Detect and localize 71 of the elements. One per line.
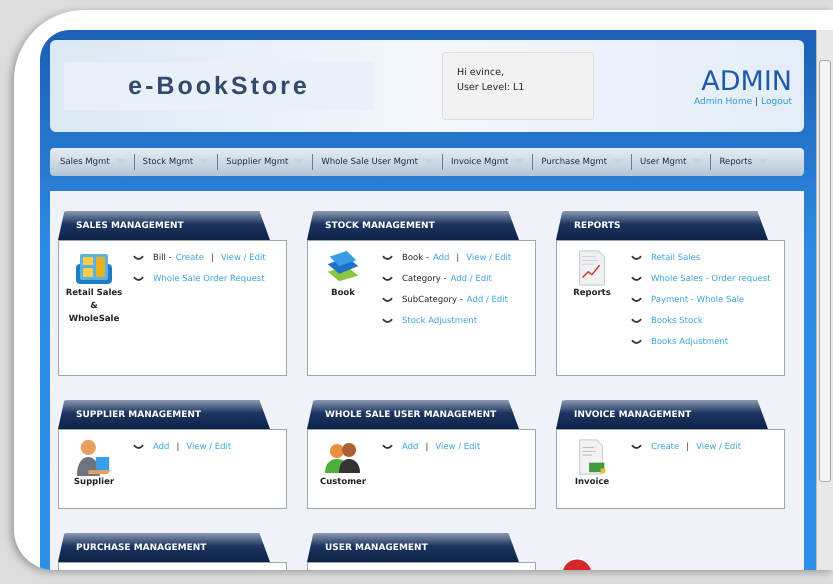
bullet-icon xyxy=(382,297,393,303)
action-link[interactable]: Whole Sales - Order request xyxy=(651,274,771,284)
bullet-icon xyxy=(631,318,642,324)
action-link[interactable]: Payment - Whole Sale xyxy=(651,295,744,305)
panel-header: INVOICE MANAGEMENT xyxy=(556,400,768,429)
header-link[interactable]: Admin Home xyxy=(694,96,752,106)
panel-header: SUPPLIER MANAGEMENT xyxy=(58,400,270,429)
bullet-icon xyxy=(133,255,144,261)
action-link[interactable]: Whole Sale Order Request xyxy=(153,274,265,284)
action-link[interactable]: Add / Edit xyxy=(466,295,508,305)
bullet-icon xyxy=(133,444,144,450)
item-label: Book - xyxy=(402,253,429,263)
greeting-text: Hi evince, xyxy=(457,67,506,78)
action-link[interactable]: Add / Edit xyxy=(450,274,492,284)
link-separator: | xyxy=(210,253,215,263)
action-link[interactable]: View / Edit xyxy=(696,442,742,452)
icon-caption: Customer xyxy=(320,476,366,489)
icon-caption: Invoice xyxy=(574,476,610,489)
action-link[interactable]: Retail Sales xyxy=(651,253,700,263)
link-separator: | xyxy=(455,253,460,263)
item-label: SubCategory - xyxy=(402,295,463,305)
menu-item[interactable]: Stock Mgmt xyxy=(134,154,218,170)
bullet-icon xyxy=(382,444,393,450)
action-link[interactable]: Add xyxy=(402,442,418,452)
link-separator: | xyxy=(175,442,180,452)
bullet-icon xyxy=(631,339,642,345)
action-link[interactable]: View / Edit xyxy=(466,253,512,263)
bullet-icon xyxy=(382,318,393,324)
role-title: ADMIN xyxy=(701,66,792,96)
user-level-text: User Level: L1 xyxy=(457,82,526,93)
bullet-icon xyxy=(631,297,642,303)
action-link[interactable]: View / Edit xyxy=(435,442,480,452)
link-separator: | xyxy=(424,442,430,452)
icon-caption: Book xyxy=(331,287,355,300)
action-link[interactable]: Add xyxy=(432,253,450,263)
panel-header: USER MANAGEMENT xyxy=(307,533,519,562)
icon-caption: Reports xyxy=(573,287,611,300)
menu-item[interactable]: Invoice Mgmt xyxy=(442,154,534,170)
action-link[interactable]: Create xyxy=(176,253,204,263)
bullet-icon xyxy=(631,444,642,450)
bullet-icon xyxy=(631,255,642,261)
icon-caption: Retail Sales & WholeSale xyxy=(65,287,123,326)
action-link[interactable]: Add xyxy=(153,442,170,452)
panel-header: PURCHASE MANAGEMENT xyxy=(58,533,270,562)
bullet-icon xyxy=(382,255,393,261)
icon-caption: Supplier xyxy=(74,476,114,489)
menu-item[interactable]: User Mgmt xyxy=(632,154,712,170)
action-link[interactable]: Books Adjustment xyxy=(651,337,728,347)
action-link[interactable]: View / Edit xyxy=(186,442,232,452)
header-link[interactable]: Logout xyxy=(761,96,792,106)
bullet-icon xyxy=(133,276,144,282)
action-link[interactable]: Create xyxy=(651,442,680,452)
action-link[interactable]: View / Edit xyxy=(220,253,266,263)
menu-item[interactable]: Sales Mgmt xyxy=(52,154,135,170)
link-separator: | xyxy=(685,442,690,452)
menu-item[interactable]: Whole Sale User Mgmt xyxy=(313,154,443,170)
link-separator: | xyxy=(755,96,758,106)
panel-header: STOCK MANAGEMENT xyxy=(307,211,519,240)
bullet-icon xyxy=(631,276,642,282)
panel-header: SALES MANAGEMENT xyxy=(58,211,270,240)
panel-header: WHOLE SALE USER MANAGEMENT xyxy=(307,400,519,429)
action-link[interactable]: Books Stock xyxy=(651,316,703,326)
item-label: Bill - xyxy=(153,253,172,263)
menu-item[interactable]: Purchase Mgmt xyxy=(533,154,632,170)
menu-item[interactable]: Supplier Mgmt xyxy=(218,154,314,170)
menu-item[interactable]: Reports xyxy=(711,154,776,170)
bullet-icon xyxy=(382,276,393,282)
site-logo: e-BookStore xyxy=(128,72,310,100)
item-label: Category - xyxy=(402,274,447,284)
action-link[interactable]: Stock Adjustment xyxy=(402,316,478,326)
panel-header: REPORTS xyxy=(556,211,768,240)
